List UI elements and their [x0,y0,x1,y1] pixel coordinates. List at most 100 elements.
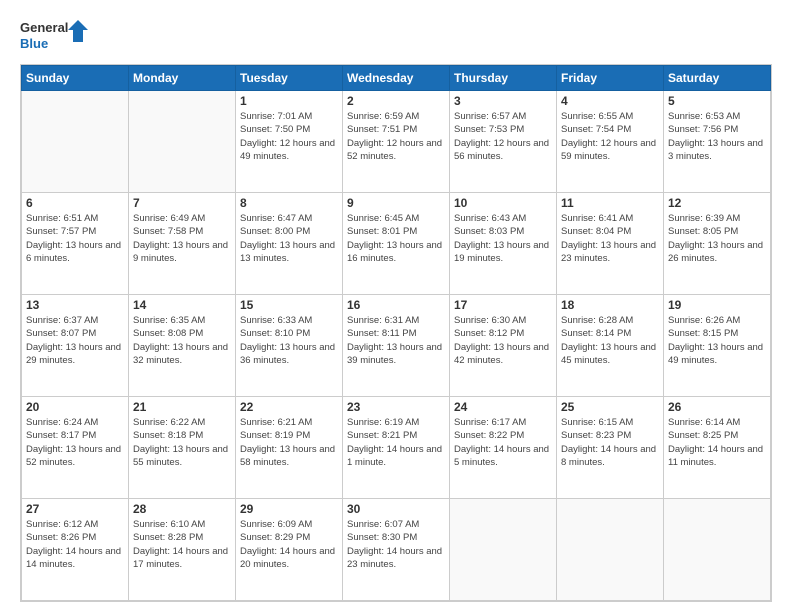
calendar-cell [22,91,129,193]
calendar-cell: 24 Sunrise: 6:17 AM Sunset: 8:22 PM Dayli… [450,397,557,499]
calendar-cell: 7Sunrise: 6:49 AM Sunset: 7:58 PM Daylig… [129,193,236,295]
calendar-cell: 14 Sunrise: 6:35 AM Sunset: 8:08 PM Dayli… [129,295,236,397]
calendar-cell: 26 Sunrise: 6:14 AM Sunset: 8:25 PM Dayli… [664,397,771,499]
calendar-cell: 5Sunrise: 6:53 AM Sunset: 7:56 PM Daylig… [664,91,771,193]
day-number: 16 [347,298,445,312]
calendar-cell: 3 Sunrise: 6:57 AM Sunset: 7:53 PM Daylig… [450,91,557,193]
calendar-cell: 28 Sunrise: 6:10 AM Sunset: 8:28 PM Dayli… [129,499,236,601]
calendar-week-row: 20 Sunrise: 6:24 AM Sunset: 8:17 PM Dayli… [22,397,771,499]
day-number: 7 [133,196,231,210]
day-number: 15 [240,298,338,312]
day-number: 12 [668,196,766,210]
day-info: Sunrise: 6:21 AM Sunset: 8:19 PM Dayligh… [240,416,338,469]
header-saturday: Saturday [664,66,771,91]
day-info: Sunrise: 6:57 AM Sunset: 7:53 PM Dayligh… [454,110,552,163]
calendar-cell: 27 Sunrise: 6:12 AM Sunset: 8:26 PM Dayli… [22,499,129,601]
calendar-cell [450,499,557,601]
day-info: Sunrise: 6:31 AM Sunset: 8:11 PM Dayligh… [347,314,445,367]
day-info: Sunrise: 6:14 AM Sunset: 8:25 PM Dayligh… [668,416,766,469]
calendar-cell: 4Sunrise: 6:55 AM Sunset: 7:54 PM Daylig… [557,91,664,193]
day-info: Sunrise: 6:12 AM Sunset: 8:26 PM Dayligh… [26,518,124,571]
calendar-cell: 30 Sunrise: 6:07 AM Sunset: 8:30 PM Dayli… [343,499,450,601]
header-monday: Monday [129,66,236,91]
day-info: Sunrise: 6:15 AM Sunset: 8:23 PM Dayligh… [561,416,659,469]
day-number: 28 [133,502,231,516]
day-info: Sunrise: 6:24 AM Sunset: 8:17 PM Dayligh… [26,416,124,469]
day-info: Sunrise: 6:39 AM Sunset: 8:05 PM Dayligh… [668,212,766,265]
calendar-week-row: 27 Sunrise: 6:12 AM Sunset: 8:26 PM Dayli… [22,499,771,601]
calendar-cell: 2Sunrise: 6:59 AM Sunset: 7:51 PM Daylig… [343,91,450,193]
day-number: 13 [26,298,124,312]
day-number: 3 [454,94,552,108]
day-number: 11 [561,196,659,210]
day-info: Sunrise: 6:26 AM Sunset: 8:15 PM Dayligh… [668,314,766,367]
header-thursday: Thursday [450,66,557,91]
calendar-cell: 12 Sunrise: 6:39 AM Sunset: 8:05 PM Dayli… [664,193,771,295]
day-number: 23 [347,400,445,414]
calendar-cell: 29Sunrise: 6:09 AM Sunset: 8:29 PM Dayli… [236,499,343,601]
day-number: 6 [26,196,124,210]
day-info: Sunrise: 6:41 AM Sunset: 8:04 PM Dayligh… [561,212,659,265]
calendar-cell: 19 Sunrise: 6:26 AM Sunset: 8:15 PM Dayli… [664,295,771,397]
day-info: Sunrise: 6:51 AM Sunset: 7:57 PM Dayligh… [26,212,124,265]
day-info: Sunrise: 6:30 AM Sunset: 8:12 PM Dayligh… [454,314,552,367]
header-sunday: Sunday [22,66,129,91]
logo: General Blue [20,16,90,56]
day-info: Sunrise: 6:55 AM Sunset: 7:54 PM Dayligh… [561,110,659,163]
day-info: Sunrise: 6:28 AM Sunset: 8:14 PM Dayligh… [561,314,659,367]
day-info: Sunrise: 6:10 AM Sunset: 8:28 PM Dayligh… [133,518,231,571]
calendar-cell: 16 Sunrise: 6:31 AM Sunset: 8:11 PM Dayli… [343,295,450,397]
day-number: 2 [347,94,445,108]
day-info: Sunrise: 6:17 AM Sunset: 8:22 PM Dayligh… [454,416,552,469]
day-number: 14 [133,298,231,312]
header-tuesday: Tuesday [236,66,343,91]
calendar: SundayMondayTuesdayWednesdayThursdayFrid… [20,64,772,602]
day-number: 22 [240,400,338,414]
calendar-week-row: 6 Sunrise: 6:51 AM Sunset: 7:57 PM Daylig… [22,193,771,295]
calendar-cell [129,91,236,193]
day-number: 18 [561,298,659,312]
calendar-week-row: 13 Sunrise: 6:37 AM Sunset: 8:07 PM Dayli… [22,295,771,397]
day-info: Sunrise: 6:35 AM Sunset: 8:08 PM Dayligh… [133,314,231,367]
day-info: Sunrise: 6:47 AM Sunset: 8:00 PM Dayligh… [240,212,338,265]
day-info: Sunrise: 6:37 AM Sunset: 8:07 PM Dayligh… [26,314,124,367]
day-info: Sunrise: 6:33 AM Sunset: 8:10 PM Dayligh… [240,314,338,367]
calendar-cell: 21 Sunrise: 6:22 AM Sunset: 8:18 PM Dayli… [129,397,236,499]
day-info: Sunrise: 7:01 AM Sunset: 7:50 PM Dayligh… [240,110,338,163]
day-number: 25 [561,400,659,414]
calendar-cell: 9 Sunrise: 6:45 AM Sunset: 8:01 PM Daylig… [343,193,450,295]
svg-text:General: General [20,20,68,35]
day-number: 30 [347,502,445,516]
day-number: 9 [347,196,445,210]
day-number: 19 [668,298,766,312]
day-number: 26 [668,400,766,414]
calendar-cell: 17Sunrise: 6:30 AM Sunset: 8:12 PM Dayli… [450,295,557,397]
page-header: General Blue [20,16,772,56]
calendar-week-row: 1 Sunrise: 7:01 AM Sunset: 7:50 PM Daylig… [22,91,771,193]
day-number: 27 [26,502,124,516]
calendar-cell [557,499,664,601]
calendar-cell: 13 Sunrise: 6:37 AM Sunset: 8:07 PM Dayli… [22,295,129,397]
day-number: 1 [240,94,338,108]
day-number: 24 [454,400,552,414]
calendar-cell: 10 Sunrise: 6:43 AM Sunset: 8:03 PM Dayli… [450,193,557,295]
calendar-cell: 18 Sunrise: 6:28 AM Sunset: 8:14 PM Dayli… [557,295,664,397]
day-number: 10 [454,196,552,210]
day-number: 8 [240,196,338,210]
day-number: 29 [240,502,338,516]
day-info: Sunrise: 6:22 AM Sunset: 8:18 PM Dayligh… [133,416,231,469]
calendar-header-row: SundayMondayTuesdayWednesdayThursdayFrid… [22,66,771,91]
day-info: Sunrise: 6:07 AM Sunset: 8:30 PM Dayligh… [347,518,445,571]
calendar-cell: 20 Sunrise: 6:24 AM Sunset: 8:17 PM Dayli… [22,397,129,499]
day-info: Sunrise: 6:43 AM Sunset: 8:03 PM Dayligh… [454,212,552,265]
calendar-cell: 15 Sunrise: 6:33 AM Sunset: 8:10 PM Dayli… [236,295,343,397]
day-info: Sunrise: 6:45 AM Sunset: 8:01 PM Dayligh… [347,212,445,265]
logo-svg: General Blue [20,16,90,56]
calendar-cell [664,499,771,601]
day-info: Sunrise: 6:53 AM Sunset: 7:56 PM Dayligh… [668,110,766,163]
header-wednesday: Wednesday [343,66,450,91]
calendar-cell: 1 Sunrise: 7:01 AM Sunset: 7:50 PM Daylig… [236,91,343,193]
day-number: 20 [26,400,124,414]
calendar-cell: 6 Sunrise: 6:51 AM Sunset: 7:57 PM Daylig… [22,193,129,295]
day-number: 21 [133,400,231,414]
